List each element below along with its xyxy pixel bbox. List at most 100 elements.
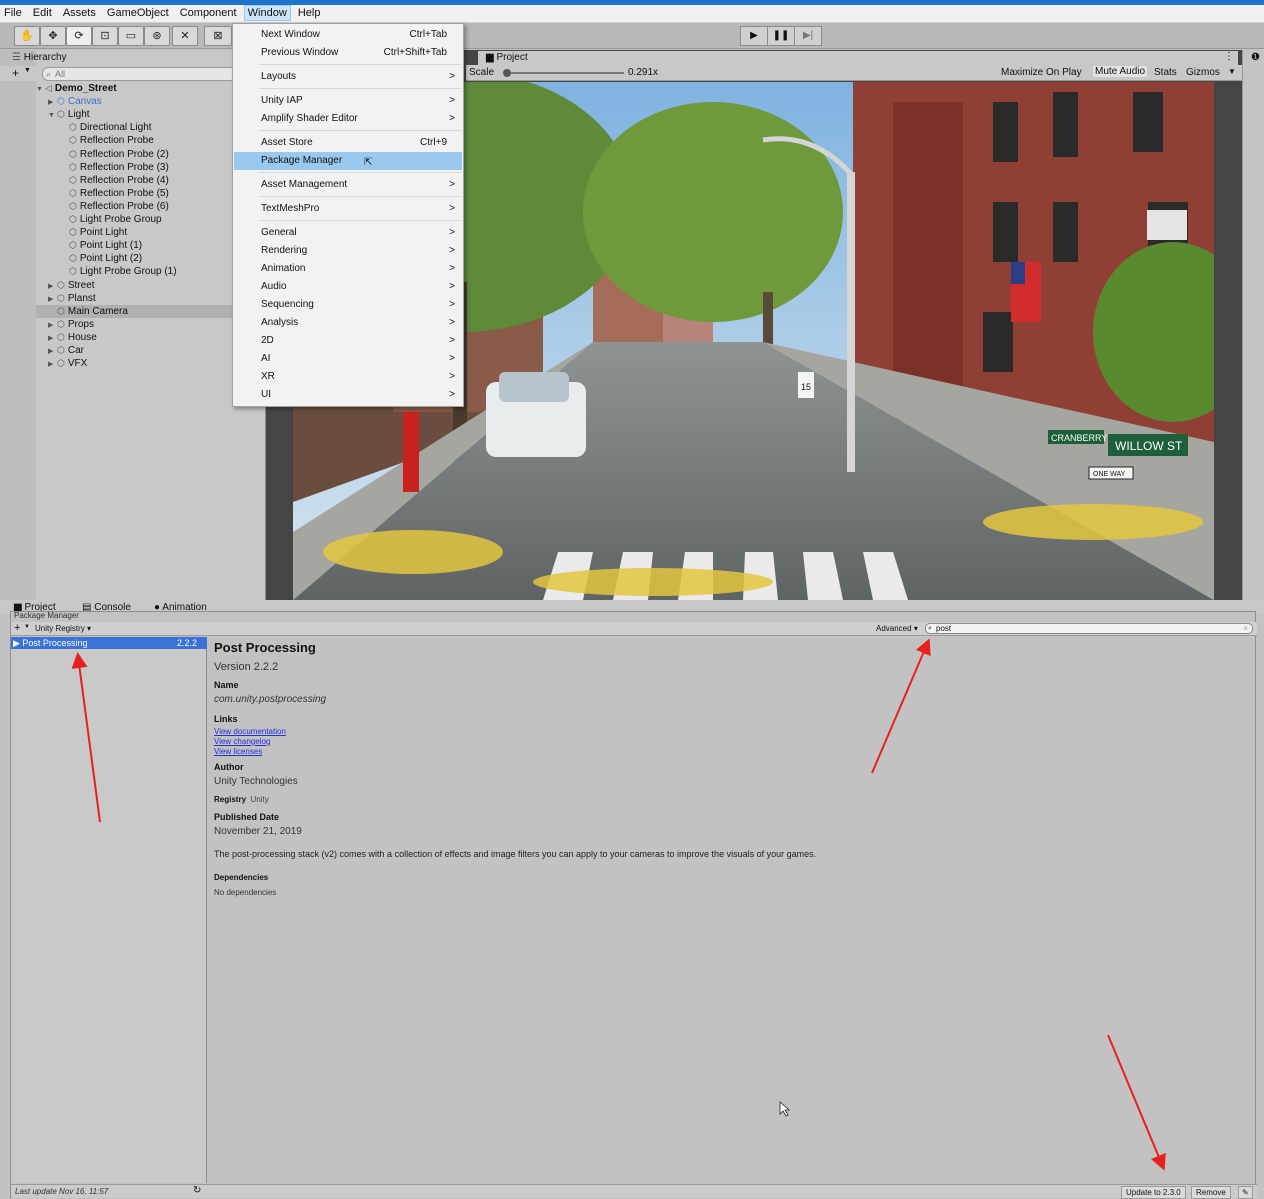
menu-item-asset-management[interactable]: Asset Management > <box>234 176 462 194</box>
menu-item-xr[interactable]: XR > <box>234 368 462 386</box>
view-licenses-link[interactable]: View licenses <box>214 747 262 756</box>
remove-package-button[interactable]: Remove <box>1191 1186 1231 1199</box>
package-manager-title: Package Manager <box>14 611 79 620</box>
package-list-item[interactable]: ▶ Post Processing 2.2.2 <box>11 637 207 649</box>
menu-item-general[interactable]: General > <box>234 224 462 242</box>
menu-window[interactable]: Window <box>243 5 291 21</box>
menu-item-sequencing[interactable]: Sequencing > <box>234 296 462 314</box>
hierarchy-tab[interactable]: ☰ Hierarchy <box>12 52 67 63</box>
gameobject-cube-icon: ⬡ <box>57 305 65 316</box>
package-manager-window: Package Manager + ▼ Unity Registry ▾ Adv… <box>10 611 1257 1199</box>
menu-item-previous-window[interactable]: Previous Window Ctrl+Shift+Tab <box>234 44 462 62</box>
expand-right-icon[interactable]: ▶ <box>48 293 57 306</box>
expand-right-icon[interactable]: ▶ <box>48 345 57 358</box>
package-manager-toolbar: + ▼ Unity Registry ▾ Advanced ▾ ⌕ post × <box>11 622 1257 636</box>
expand-arrow-icon[interactable]: ▶ <box>13 638 22 648</box>
scale-slider-thumb[interactable] <box>503 69 511 77</box>
advanced-dropdown[interactable]: Advanced ▾ <box>876 624 918 633</box>
menu-item-analysis[interactable]: Analysis > <box>234 314 462 332</box>
hierarchy-row-label: Reflection Probe (2) <box>79 148 169 160</box>
project-tab[interactable]: ▆ Project <box>486 52 528 63</box>
menu-item-2d[interactable]: 2D > <box>234 332 462 350</box>
pivot-toggle-icon[interactable]: ⊠ <box>204 26 232 46</box>
view-documentation-link[interactable]: View documentation <box>214 727 286 736</box>
menu-item-ui[interactable]: UI > <box>234 386 462 404</box>
edit-icon[interactable]: ✎ <box>1238 1186 1253 1199</box>
menu-help[interactable]: Help <box>294 5 325 21</box>
menu-item-label: UI <box>261 389 271 400</box>
menu-item-ai[interactable]: AI > <box>234 350 462 368</box>
hierarchy-row-label: Light Probe Group <box>79 214 162 225</box>
scale-slider[interactable] <box>503 69 624 77</box>
info-icon[interactable]: ❶ <box>1251 52 1260 63</box>
expand-down-icon[interactable]: ▼ <box>48 109 57 122</box>
scene-icon: ◁ <box>45 83 52 93</box>
chevron-down-icon[interactable]: ▼ <box>24 624 30 630</box>
menu-edit[interactable]: Edit <box>29 5 56 21</box>
menu-item-label: Rendering <box>261 245 308 256</box>
menu-item-amplify-shader-editor[interactable]: Amplify Shader Editor > <box>234 110 462 128</box>
expand-down-icon[interactable]: ▼ <box>36 83 45 96</box>
menu-separator <box>259 196 461 197</box>
move-tool-icon[interactable]: ✥ <box>40 26 66 46</box>
author-value: Unity Technologies <box>214 776 298 787</box>
mute-audio-button[interactable]: Mute Audio <box>1093 66 1148 77</box>
custom-tool-icon[interactable]: ✕ <box>172 26 198 46</box>
hierarchy-search-input[interactable]: ⌕ All <box>42 67 246 81</box>
transform-tool-icon[interactable]: ⊛ <box>144 26 170 46</box>
expand-right-icon[interactable]: ▶ <box>48 358 57 371</box>
menu-item-label: XR <box>261 371 275 382</box>
maximize-on-play-button[interactable]: Maximize On Play <box>1001 67 1082 78</box>
published-value: November 21, 2019 <box>214 826 302 837</box>
window-menu: Next Window Ctrl+Tab Previous Window Ctrl+S… <box>232 23 464 407</box>
package-version: 2.2.2 <box>176 638 197 648</box>
chevron-down-icon[interactable]: ▼ <box>24 67 31 74</box>
expand-right-icon[interactable]: ▶ <box>48 332 57 345</box>
menu-item-textmeshpro[interactable]: TextMeshPro > <box>234 200 462 218</box>
menu-assets[interactable]: Assets <box>59 5 100 21</box>
expand-right-icon[interactable]: ▶ <box>48 96 57 109</box>
dependencies-label: Dependencies <box>214 873 269 882</box>
published-label: Published Date <box>214 812 280 822</box>
menu-item-animation[interactable]: Animation > <box>234 260 462 278</box>
refresh-icon[interactable]: ↻ <box>193 1185 201 1196</box>
menu-item-rendering[interactable]: Rendering > <box>234 242 462 260</box>
scope-dropdown[interactable]: Unity Registry ▾ <box>35 624 91 633</box>
pause-button-icon[interactable]: ❚❚ <box>767 26 795 46</box>
package-search-input[interactable]: ⌕ post × <box>925 623 1253 634</box>
hierarchy-row-label: House <box>67 331 97 343</box>
menu-item-label: General <box>261 227 297 238</box>
step-button-icon[interactable]: ▶| <box>794 26 822 46</box>
menu-item-next-window[interactable]: Next Window Ctrl+Tab <box>234 26 462 44</box>
hierarchy-row-label: VFX <box>67 358 88 370</box>
package-list: ▶ Post Processing 2.2.2 <box>11 637 207 1183</box>
play-button-icon[interactable]: ▶ <box>740 26 768 46</box>
scale-tool-icon[interactable]: ⊡ <box>92 26 118 46</box>
menu-gameobject[interactable]: GameObject <box>103 5 173 21</box>
menu-item-package-manager[interactable]: Package Manager ⇱ <box>234 152 462 170</box>
chevron-down-icon[interactable]: ▼ <box>1228 67 1236 76</box>
menu-component[interactable]: Component <box>176 5 241 21</box>
add-object-button[interactable]: + <box>12 66 19 80</box>
gameobject-cube-icon: ⬡ <box>69 240 77 251</box>
clear-search-icon[interactable]: × <box>1243 624 1248 634</box>
menu-item-unity-iap[interactable]: Unity IAP > <box>234 92 462 110</box>
menu-item-layouts[interactable]: Layouts > <box>234 68 462 86</box>
add-package-button[interactable]: + <box>14 622 20 634</box>
expand-right-icon[interactable]: ▶ <box>48 280 57 293</box>
menu-item-audio[interactable]: Audio > <box>234 278 462 296</box>
rect-tool-icon[interactable]: ▭ <box>118 26 144 46</box>
stats-button[interactable]: Stats <box>1154 67 1177 78</box>
view-changelog-link[interactable]: View changelog <box>214 737 270 746</box>
more-options-icon[interactable]: ⋮ <box>1224 51 1234 62</box>
hand-tool-icon[interactable]: ✋ <box>14 26 40 46</box>
gameobject-cube-icon: ⬡ <box>69 266 77 277</box>
gameobject-cube-icon: ⬡ <box>57 279 65 290</box>
expand-right-icon[interactable]: ▶ <box>48 319 57 332</box>
rotate-tool-icon[interactable]: ⟳ <box>66 26 92 46</box>
gameobject-cube-icon: ⬡ <box>69 122 77 133</box>
gizmos-button[interactable]: Gizmos <box>1186 67 1220 78</box>
update-package-button[interactable]: Update to 2.3.0 <box>1121 1186 1186 1199</box>
menu-file[interactable]: File <box>0 5 26 21</box>
menu-item-asset-store[interactable]: Asset Store Ctrl+9 <box>234 134 462 152</box>
